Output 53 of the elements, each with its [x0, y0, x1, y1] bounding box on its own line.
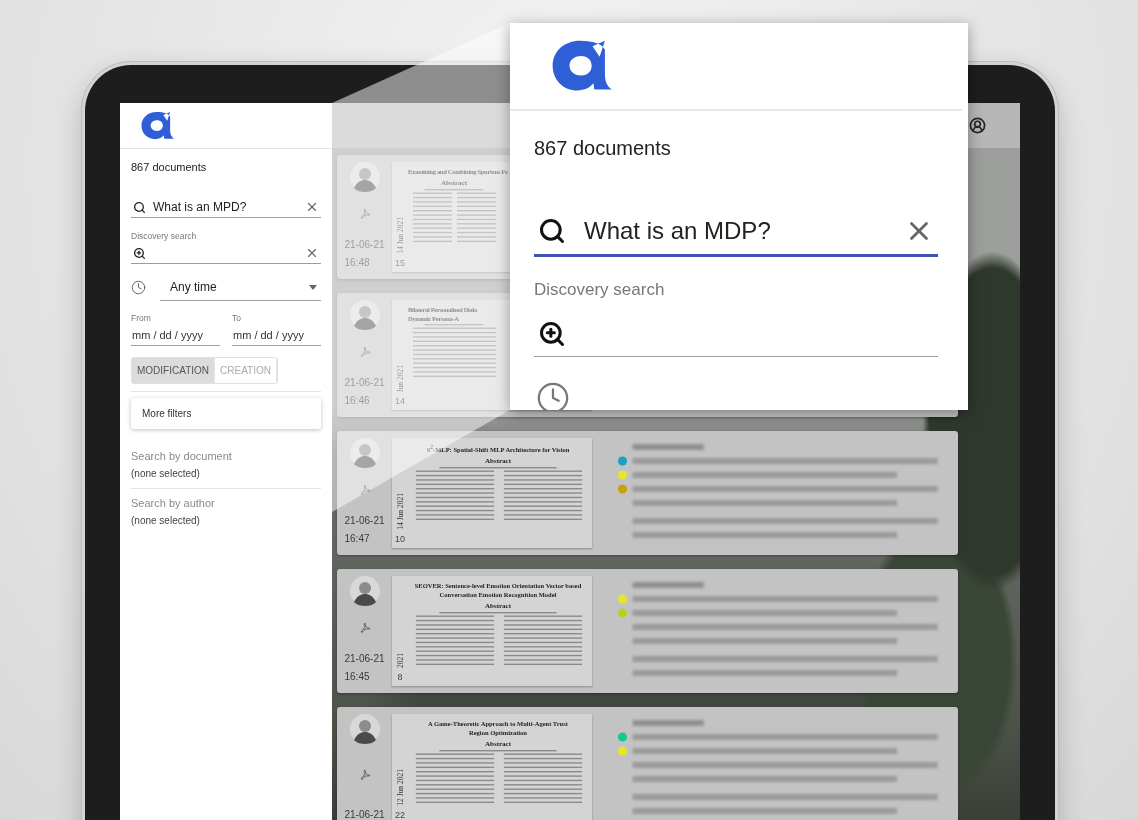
filter-title[interactable]: Search by document	[131, 450, 321, 462]
document-date: 21-06-21	[344, 238, 385, 252]
pdf-icon	[358, 622, 371, 634]
document-time: 16:48	[344, 256, 371, 270]
time-select[interactable]: Any time	[160, 274, 321, 301]
avatar-icon	[349, 162, 380, 192]
page-number: 14	[395, 396, 405, 406]
account-icon[interactable]	[969, 117, 986, 134]
document-date: 21-06-21	[344, 652, 385, 666]
pdf-icon	[358, 484, 371, 496]
filter-value: (none selected)	[131, 515, 201, 526]
avatar-icon	[349, 576, 380, 606]
app-logo	[550, 39, 612, 93]
document-date: 21-06-21	[344, 808, 385, 820]
field-label: To	[232, 313, 242, 323]
avatar-icon	[349, 714, 380, 744]
toggle-option[interactable]: MODIFICATION	[132, 358, 216, 383]
clock-icon	[536, 381, 570, 410]
filter-value: (none selected)	[131, 468, 201, 479]
pdf-icon	[358, 346, 371, 358]
date-input[interactable]: mm / dd / yyyy	[233, 329, 321, 341]
page-number: 22	[395, 810, 405, 820]
clear-icon[interactable]	[305, 200, 319, 214]
field-label: Discovery search	[534, 280, 666, 300]
clear-icon[interactable]	[305, 246, 319, 260]
caret-icon	[309, 284, 317, 290]
field-label: Discovery search	[131, 231, 198, 241]
document-time: 16:46	[344, 394, 371, 408]
document-count: 867 documents	[534, 137, 672, 160]
zoom-in-icon	[133, 246, 146, 260]
document-time: 16:47	[344, 532, 371, 546]
field-label: From	[131, 313, 152, 323]
pdf-icon	[358, 769, 371, 781]
document-date: 21-06-21	[344, 376, 385, 390]
page-number: 10	[395, 534, 405, 544]
avatar-icon	[349, 300, 380, 330]
document-time: 16:45	[344, 670, 371, 684]
search-icon	[538, 217, 566, 245]
zoom-in-icon	[538, 320, 566, 348]
page-number: 8	[397, 672, 403, 682]
search-input[interactable]: What is an MDP?	[584, 217, 886, 245]
search-input[interactable]: What is an MPD?	[153, 200, 298, 214]
app-logo	[140, 110, 174, 141]
pdf-icon	[358, 208, 371, 220]
document-count: 867 documents	[131, 161, 208, 173]
clock-icon	[131, 280, 146, 295]
avatar-icon	[349, 438, 380, 468]
document-date: 21-06-21	[344, 514, 385, 528]
search-icon	[133, 200, 146, 214]
filter-title[interactable]: Search by author	[131, 497, 321, 509]
date-input[interactable]: mm / dd / yyyy	[132, 329, 220, 341]
page-number: 15	[395, 258, 405, 268]
more-filters-button[interactable]: More filters	[131, 398, 321, 429]
